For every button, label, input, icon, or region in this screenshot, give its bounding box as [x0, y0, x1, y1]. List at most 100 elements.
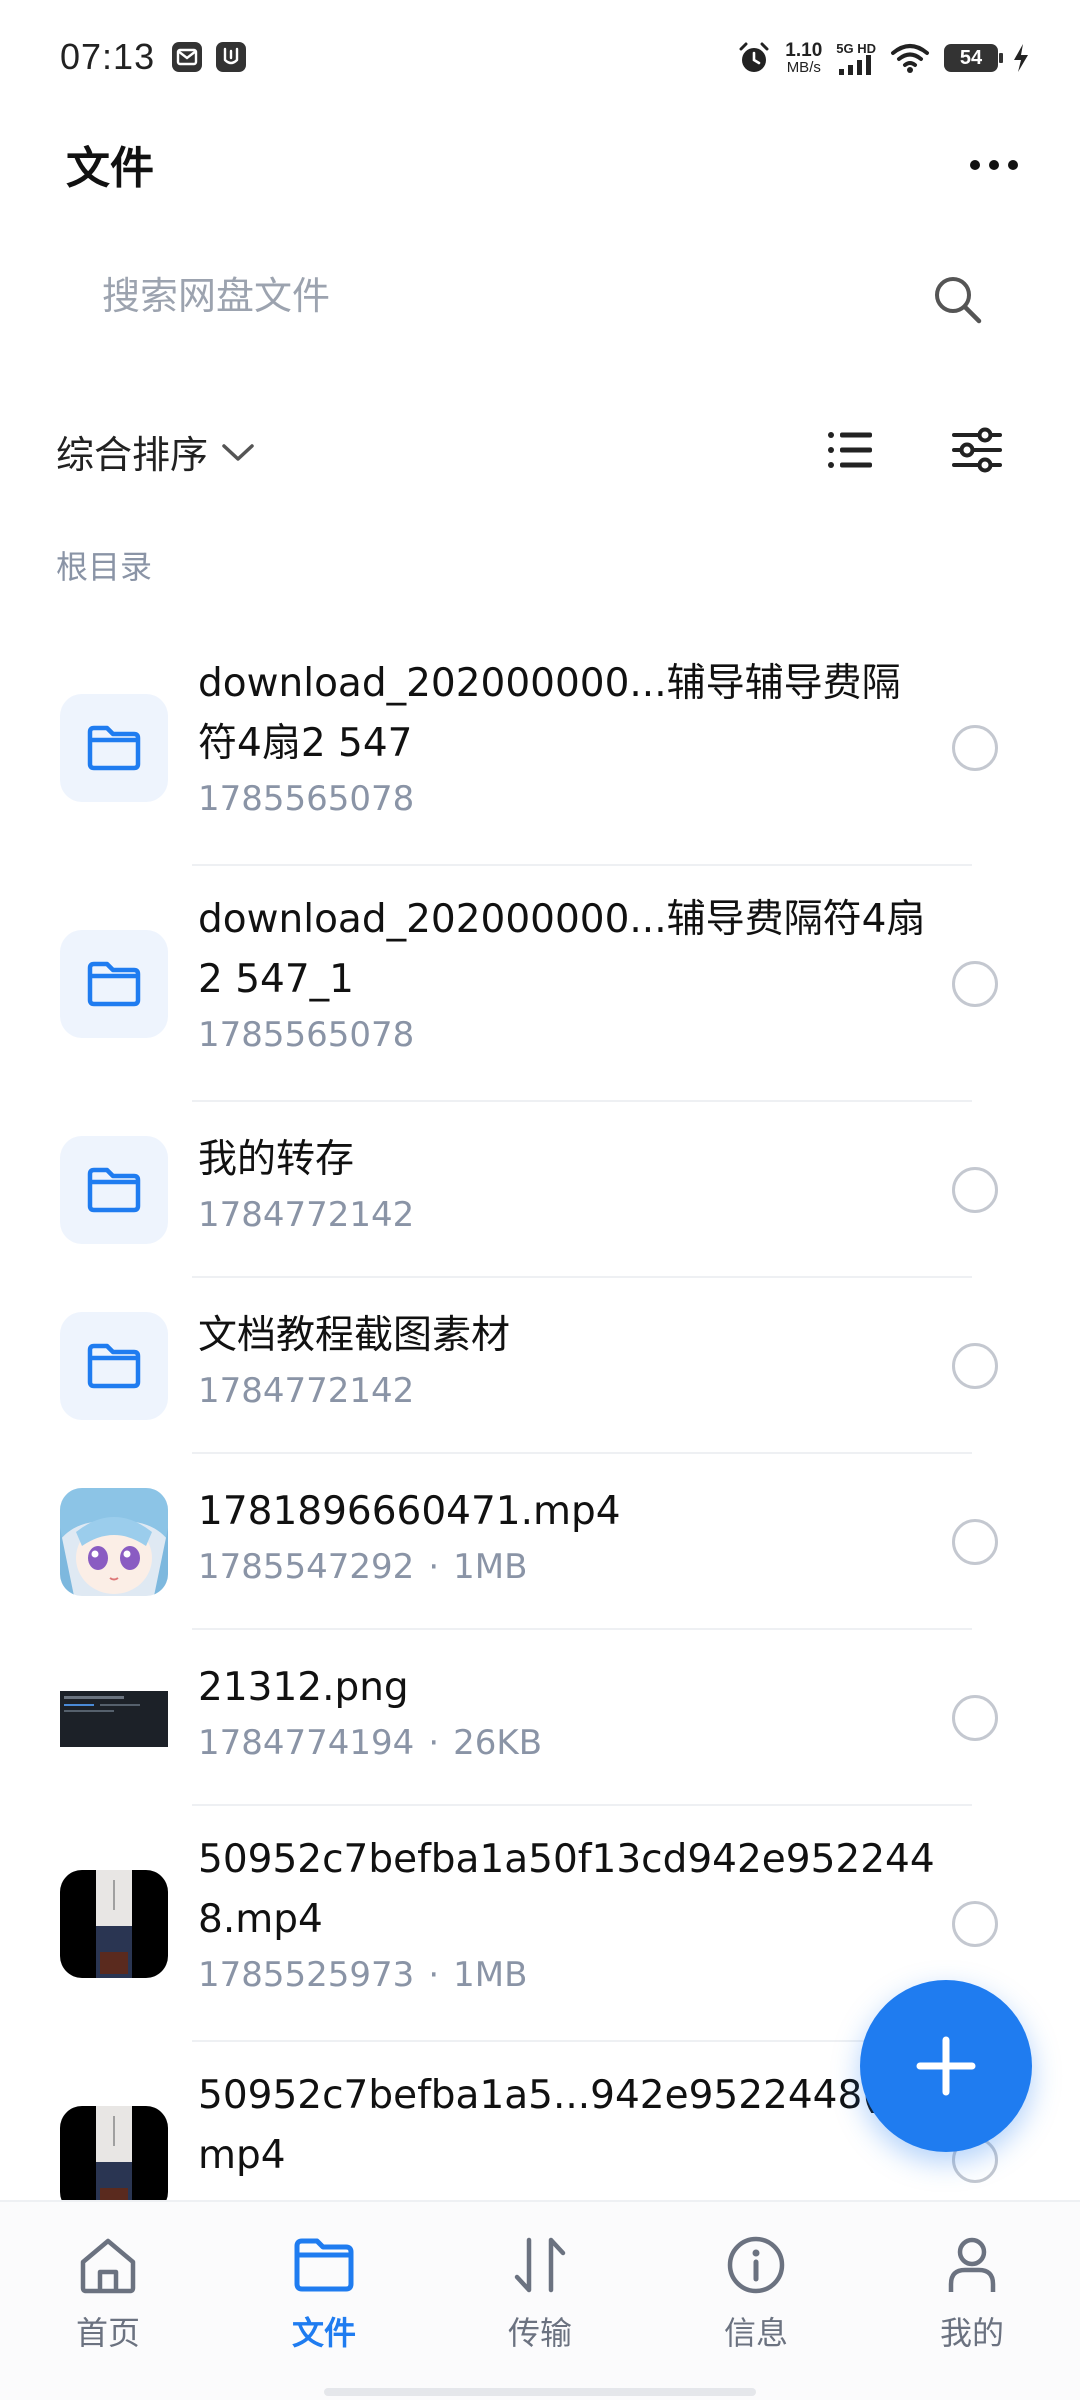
file-row[interactable]: 21312.png 1784774194 · 26KB: [0, 1630, 1080, 1806]
file-info: 50952c7befba1a5...942e9522448(1).mp4: [198, 2066, 938, 2186]
file-size: 1MB: [453, 1547, 528, 1587]
search-input[interactable]: [102, 266, 862, 326]
search-bar: [60, 248, 1020, 344]
select-checkbox[interactable]: [952, 1695, 998, 1741]
folder-icon: [87, 961, 141, 1007]
home-indicator[interactable]: [324, 2388, 756, 2396]
battery-indicator: 54: [944, 44, 1003, 72]
breadcrumb[interactable]: 根目录: [56, 542, 152, 588]
transfer-icon: [514, 2237, 566, 2293]
file-row[interactable]: 我的转存 1784772142: [0, 1102, 1080, 1278]
video-thumbnail-image: [60, 2106, 168, 2214]
select-checkbox[interactable]: [952, 1519, 998, 1565]
home-icon: [80, 2238, 136, 2294]
video-thumbnail: [60, 1870, 168, 1978]
file-info: download_202000000...辅导费隔符4扇2 547_1 1785…: [198, 890, 938, 1060]
bottom-navigation: 首页 文件 传输 信息 我的: [0, 2200, 1080, 2400]
file-timestamp: 1785547292: [198, 1547, 415, 1587]
file-row[interactable]: download_202000000...辅导辅导费隔符4扇2 547 1785…: [0, 630, 1080, 866]
page-title: 文件: [66, 143, 154, 194]
file-info: 21312.png 1784774194 · 26KB: [198, 1658, 938, 1768]
profile-icon: [948, 2237, 996, 2292]
nav-item-files[interactable]: 文件: [254, 2232, 394, 2354]
meta-separator: ·: [428, 1955, 440, 1995]
file-meta: 1784772142: [198, 1366, 938, 1416]
file-name: 50952c7befba1a5...942e9522448(1).mp4: [198, 2073, 930, 2178]
nav-item-messages[interactable]: 信息: [686, 2232, 826, 2354]
search-icon[interactable]: [930, 272, 984, 326]
cellular-indicator: 5G HD: [836, 42, 876, 75]
list-view-icon[interactable]: [826, 426, 876, 474]
nav-item-profile[interactable]: 我的: [902, 2232, 1042, 2354]
app-notification-icon: [216, 42, 246, 72]
file-name: 文档教程截图素材: [198, 1313, 511, 1358]
nav-label: 我的: [939, 2314, 1004, 2352]
file-row[interactable]: 1781896660471.mp4 1785547292 · 1MB: [0, 1454, 1080, 1630]
file-size: 26KB: [453, 1723, 543, 1763]
folder-thumbnail: [60, 930, 168, 1038]
folder-icon: [87, 1167, 141, 1213]
image-thumbnail: [60, 1664, 168, 1772]
charging-icon: [1014, 44, 1028, 72]
nav-label: 传输: [507, 2314, 572, 2352]
folder-thumbnail: [60, 694, 168, 802]
wifi-icon: [891, 44, 929, 73]
folder-icon: [87, 725, 141, 771]
file-timestamp: 1785565078: [198, 779, 415, 819]
nav-label: 信息: [723, 2314, 788, 2352]
file-meta: 1785565078: [198, 774, 938, 824]
folder-thumbnail: [60, 1312, 168, 1420]
file-name: 21312.png: [198, 1665, 409, 1710]
file-timestamp: 1784772142: [198, 1371, 415, 1411]
file-info: download_202000000...辅导辅导费隔符4扇2 547 1785…: [198, 654, 938, 824]
file-name: 我的转存: [198, 1137, 355, 1182]
file-meta: 1784772142: [198, 1190, 938, 1240]
more-options-button[interactable]: [970, 145, 1018, 185]
nav-item-home[interactable]: 首页: [38, 2232, 178, 2354]
select-checkbox[interactable]: [952, 725, 998, 771]
video-thumbnail: [60, 2106, 168, 2214]
file-row[interactable]: download_202000000...辅导费隔符4扇2 547_1 1785…: [0, 866, 1080, 1102]
sort-dropdown[interactable]: 综合排序: [56, 424, 258, 479]
video-thumbnail-image: [60, 1870, 168, 1978]
more-dot-icon: [989, 160, 999, 170]
select-checkbox[interactable]: [952, 1343, 998, 1389]
file-timestamp: 1784772142: [198, 1195, 415, 1235]
sort-label: 综合排序: [56, 433, 209, 477]
folder-icon: [294, 2238, 354, 2292]
file-meta: 1785547292 · 1MB: [198, 1542, 938, 1592]
chevron-down-icon: [222, 443, 254, 461]
more-dot-icon: [970, 160, 980, 170]
meta-separator: ·: [428, 1723, 440, 1763]
speed-unit: MB/s: [786, 59, 821, 76]
file-row[interactable]: 文档教程截图素材 1784772142: [0, 1278, 1080, 1454]
file-timestamp: 1784774194: [198, 1723, 415, 1763]
nav-label: 文件: [291, 2314, 356, 2352]
network-speed: 1.10 MB/s: [785, 41, 822, 75]
mail-icon: [172, 42, 202, 72]
nav-label: 首页: [75, 2314, 140, 2352]
speed-value: 1.10: [785, 40, 823, 61]
alarm-icon: [739, 42, 769, 72]
more-dot-icon: [1008, 160, 1018, 170]
file-timestamp: 1785525973: [198, 1955, 415, 1995]
meta-separator: ·: [428, 1547, 440, 1587]
folder-icon: [87, 1343, 141, 1389]
anime-thumbnail-image: [60, 1488, 168, 1596]
select-checkbox[interactable]: [952, 1167, 998, 1213]
file-name: download_202000000...辅导费隔符4扇2 547_1: [198, 897, 926, 1002]
plus-icon: [916, 2036, 976, 2096]
file-meta: 1785565078: [198, 1010, 938, 1060]
file-info: 50952c7befba1a50f13cd942e9522448.mp4 178…: [198, 1830, 938, 2000]
select-checkbox[interactable]: [952, 961, 998, 1007]
status-time: 07:13: [60, 36, 156, 77]
select-checkbox[interactable]: [952, 1901, 998, 1947]
nav-item-transfer[interactable]: 传输: [470, 2232, 610, 2354]
file-size: 1MB: [453, 1955, 528, 1995]
file-info: 1781896660471.mp4 1785547292 · 1MB: [198, 1482, 938, 1592]
add-button[interactable]: [860, 1980, 1032, 2152]
file-meta: 1785525973 · 1MB: [198, 1950, 938, 2000]
signal-bars-icon: [839, 54, 872, 75]
filter-settings-icon[interactable]: [952, 426, 1002, 474]
app-screen: 07:13 1.10 MB/s 5G HD 54 文件 搜索网盘文件 综合排序 …: [0, 0, 1080, 2400]
